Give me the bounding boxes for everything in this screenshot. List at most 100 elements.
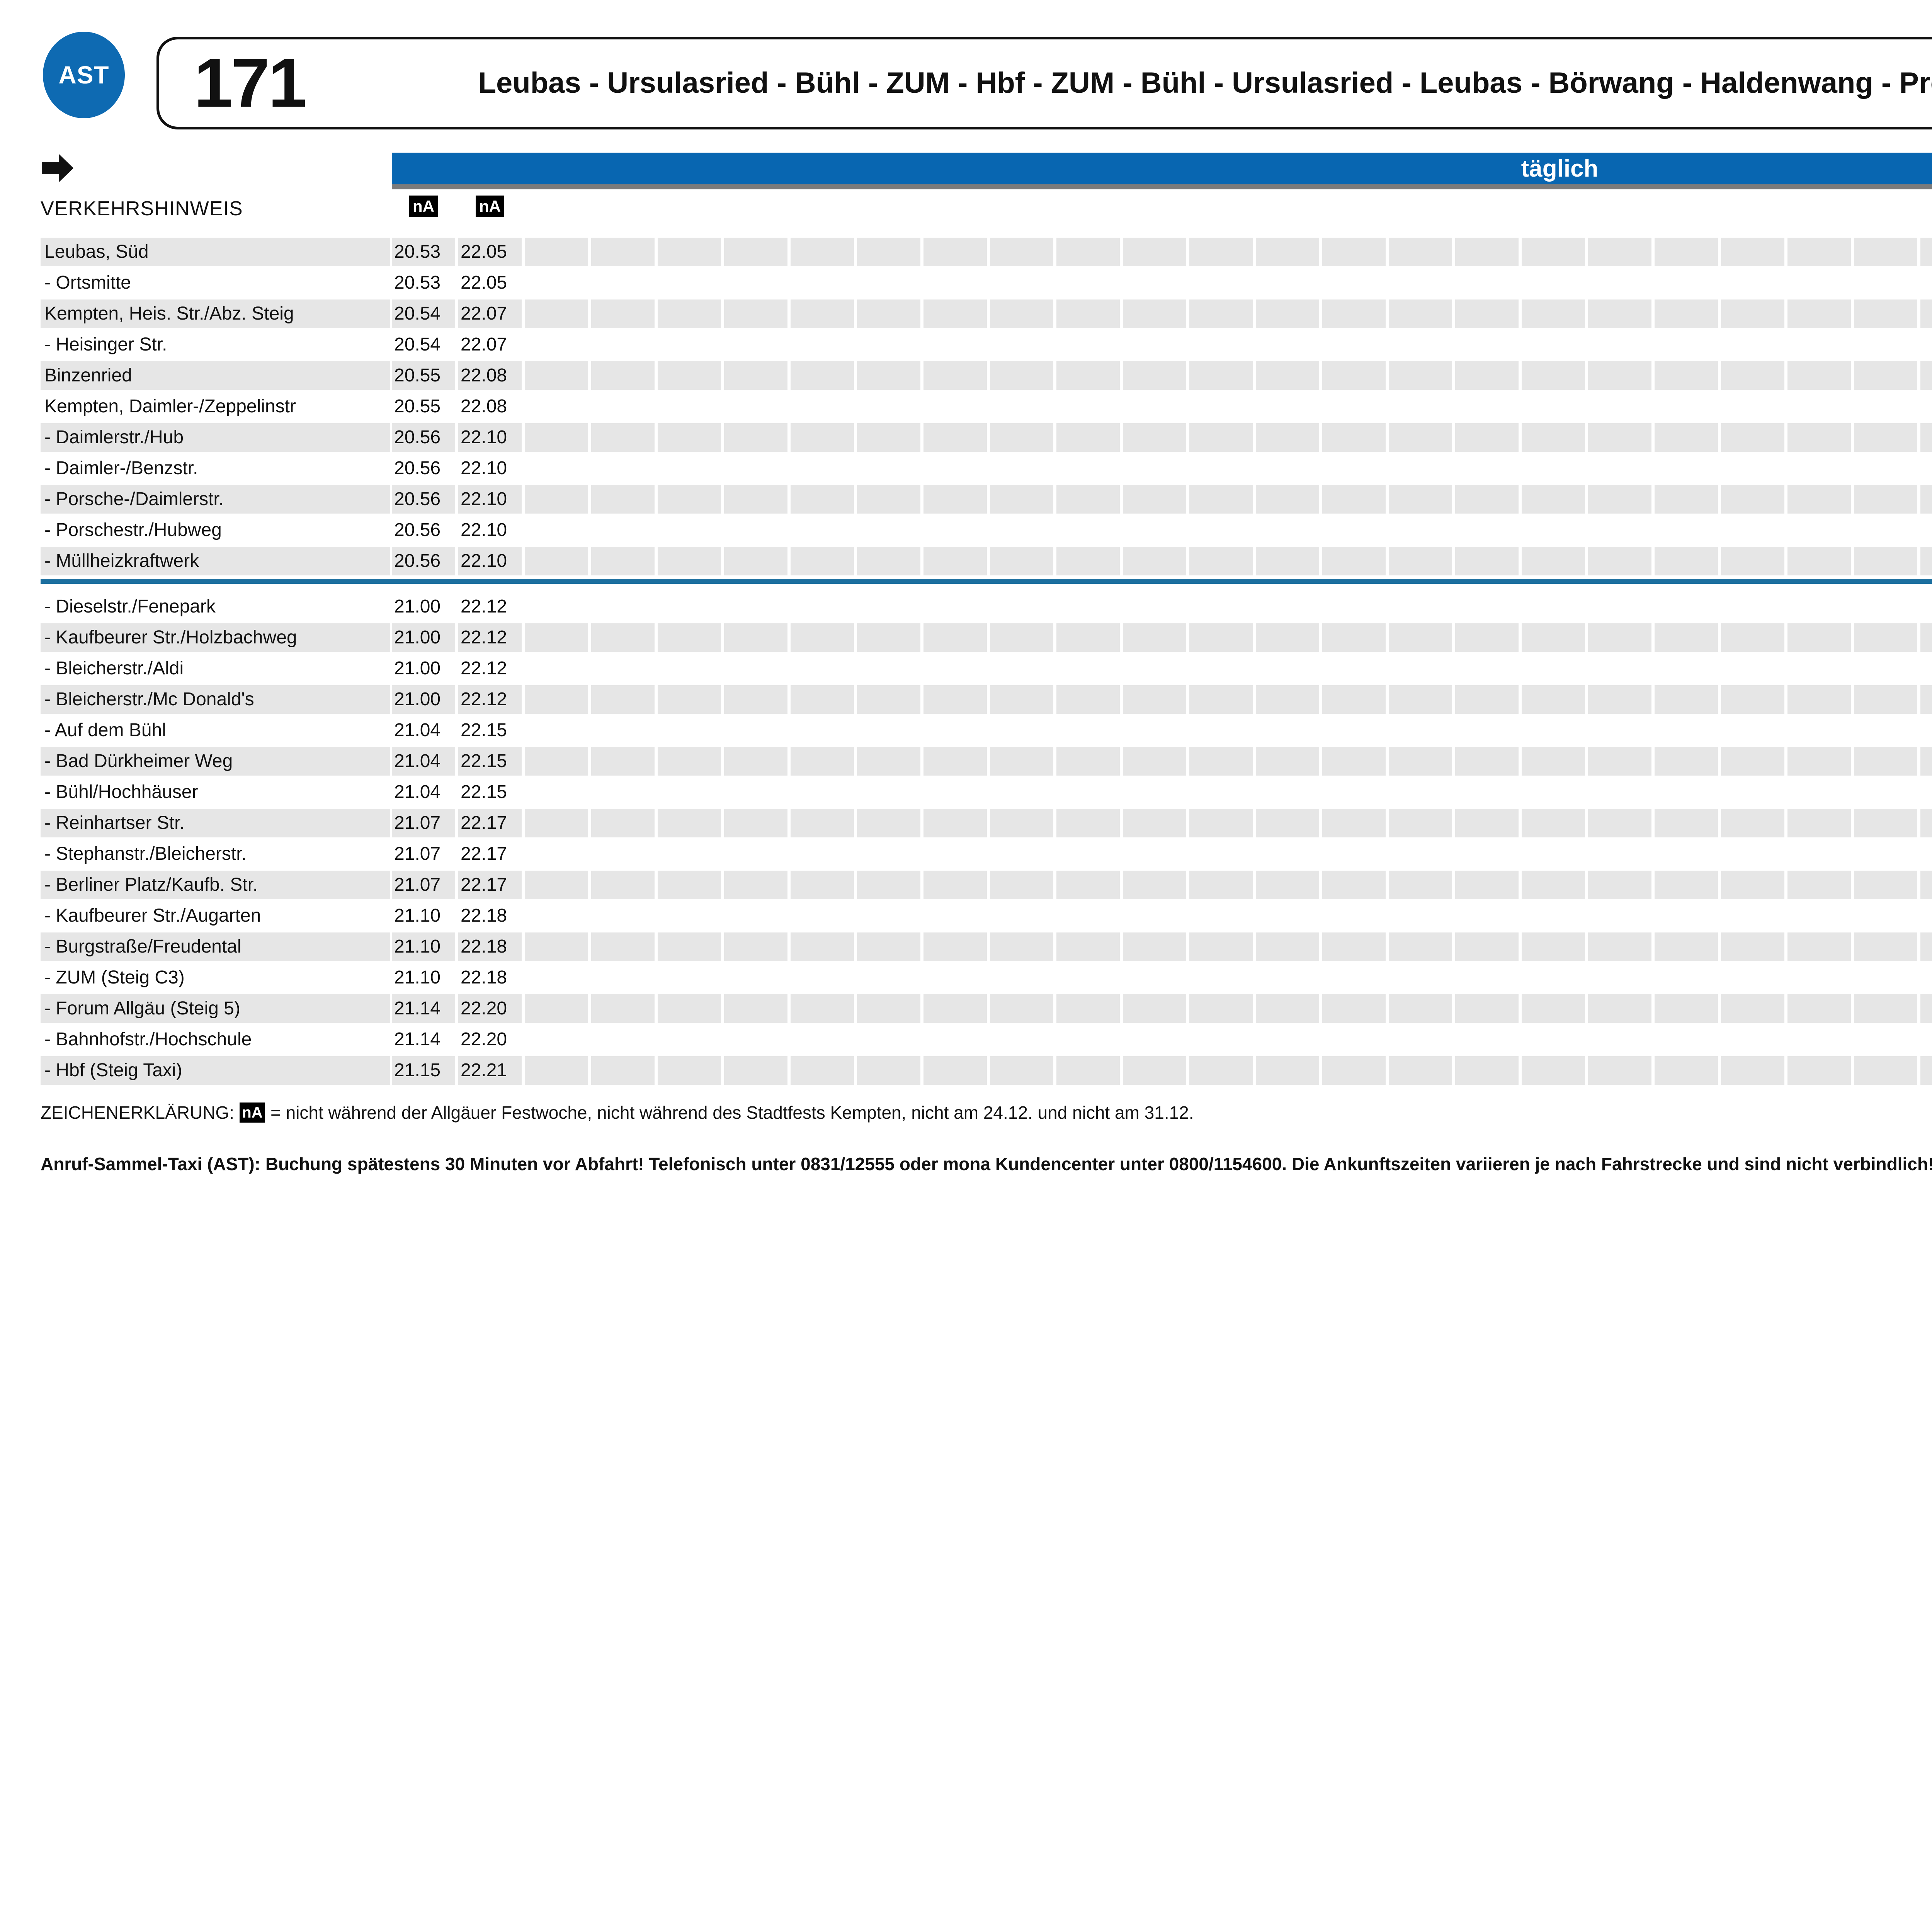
na-flag-badge: nA — [240, 1103, 265, 1123]
table-row: - Dieselstr./Fenepark 21.00 22.12 — [41, 592, 1932, 621]
departure-time: 21.10 — [394, 902, 456, 930]
departure-time: 22.08 — [461, 361, 522, 390]
departure-time: 21.07 — [394, 809, 456, 837]
departure-time: 22.12 — [461, 654, 522, 683]
table-row: Binzenried 20.55 22.08 — [41, 361, 1932, 390]
table-row: - Hbf (Steig Taxi) 21.15 22.21 — [41, 1056, 1932, 1085]
departure-time: 21.04 — [394, 747, 456, 776]
departure-time: 22.12 — [461, 685, 522, 714]
route-header-box: 171 Leubas - Ursulasried - Bühl - ZUM - … — [156, 37, 1932, 129]
table-row: - Porschestr./Hubweg 20.56 22.10 — [41, 516, 1932, 544]
table-row: - ZUM (Steig C3) 21.10 22.18 — [41, 963, 1932, 992]
table-row: - Bleicherstr./Aldi 21.00 22.12 — [41, 654, 1932, 683]
departure-time: 20.56 — [394, 485, 456, 514]
service-days-label: täglich — [1521, 155, 1599, 182]
departure-time: 21.07 — [394, 840, 456, 868]
stop-name: - ZUM (Steig C3) — [44, 963, 388, 992]
table-row: - Kaufbeurer Str./Holzbachweg 21.00 22.1… — [41, 623, 1932, 652]
table-row: - Müllheizkraftwerk 20.56 22.10 — [41, 547, 1932, 575]
ast-badge-label: AST — [59, 61, 109, 89]
legend-title: ZEICHENERKLÄRUNG: — [41, 1102, 234, 1123]
departure-time: 22.12 — [461, 592, 522, 621]
stop-name: - Bleicherstr./Aldi — [44, 654, 388, 683]
departure-time: 22.20 — [461, 1025, 522, 1054]
table-row: Kempten, Daimler-/Zeppelinstr 20.55 22.0… — [41, 392, 1932, 421]
departure-time: 21.00 — [394, 685, 456, 714]
departure-time: 22.10 — [461, 485, 522, 514]
route-title: Leubas - Ursulasried - Bühl - ZUM - Hbf … — [350, 39, 1932, 127]
departure-time: 22.15 — [461, 778, 522, 806]
departure-time: 22.10 — [461, 516, 522, 544]
stop-name: - Daimler-/Benzstr. — [44, 454, 388, 483]
legend: ZEICHENERKLÄRUNG: nA = nicht während der… — [41, 1102, 1194, 1123]
stop-name: - Daimlerstr./Hub — [44, 423, 388, 452]
table-row: - Ortsmitte 20.53 22.05 — [41, 269, 1932, 297]
table-row: - Reinhartser Str. 21.07 22.17 — [41, 809, 1932, 837]
stop-name: - Hbf (Steig Taxi) — [44, 1056, 388, 1085]
table-row: - Bad Dürkheimer Weg 21.04 22.15 — [41, 747, 1932, 776]
departure-time: 20.56 — [394, 547, 456, 575]
direction-arrow-icon — [42, 154, 73, 182]
table-row: - Daimlerstr./Hub 20.56 22.10 — [41, 423, 1932, 452]
stop-name: Binzenried — [44, 361, 388, 390]
section-separator-line — [41, 579, 1932, 584]
stop-name: - Kaufbeurer Str./Holzbachweg — [44, 623, 388, 652]
departure-time: 21.04 — [394, 778, 456, 806]
stop-name: - Dieselstr./Fenepark — [44, 592, 388, 621]
route-number: 171 — [194, 39, 305, 127]
stop-name: - Bahnhofstr./Hochschule — [44, 1025, 388, 1054]
departure-time: 22.15 — [461, 747, 522, 776]
departure-time: 22.18 — [461, 902, 522, 930]
stop-name: - Heisinger Str. — [44, 330, 388, 359]
timetable-page: AST 171 Leubas - Ursulasried - Bühl - ZU… — [0, 0, 1932, 1926]
stop-name: - Porsche-/Daimlerstr. — [44, 485, 388, 514]
table-row: - Bühl/Hochhäuser 21.04 22.15 — [41, 778, 1932, 806]
ast-booking-note: Anruf-Sammel-Taxi (AST): Buchung spätest… — [41, 1154, 1932, 1174]
departure-time: 20.55 — [394, 361, 456, 390]
departure-time: 20.56 — [394, 454, 456, 483]
ast-service-badge: AST — [43, 32, 125, 118]
departure-time: 22.17 — [461, 840, 522, 868]
stop-name: - Reinhartser Str. — [44, 809, 388, 837]
table-row: - Porsche-/Daimlerstr. 20.56 22.10 — [41, 485, 1932, 514]
departure-time: 22.05 — [461, 238, 522, 266]
departure-time: 20.56 — [394, 423, 456, 452]
departure-time: 20.54 — [394, 299, 456, 328]
departure-time: 22.10 — [461, 547, 522, 575]
departure-time: 22.07 — [461, 299, 522, 328]
stop-name: - Müllheizkraftwerk — [44, 547, 388, 575]
stop-name: Kempten, Daimler-/Zeppelinstr — [44, 392, 388, 421]
table-row: - Forum Allgäu (Steig 5) 21.14 22.20 — [41, 994, 1932, 1023]
column-flag-badge: nA — [476, 196, 504, 217]
departure-time: 22.21 — [461, 1056, 522, 1085]
departure-time: 22.15 — [461, 716, 522, 745]
departure-time: 22.10 — [461, 454, 522, 483]
departure-time: 21.00 — [394, 654, 456, 683]
departure-time: 21.00 — [394, 623, 456, 652]
departure-time: 22.10 — [461, 423, 522, 452]
departure-time: 22.17 — [461, 809, 522, 837]
table-row: - Berliner Platz/Kaufb. Str. 21.07 22.17 — [41, 871, 1932, 899]
stop-name: Kempten, Heis. Str./Abz. Steig — [44, 299, 388, 328]
departure-time: 22.07 — [461, 330, 522, 359]
column-flag-badge: nA — [409, 196, 438, 217]
departure-time: 22.18 — [461, 963, 522, 992]
stop-name: - Ortsmitte — [44, 269, 388, 297]
departure-time: 20.53 — [394, 238, 456, 266]
departure-time: 21.04 — [394, 716, 456, 745]
departure-time: 22.17 — [461, 871, 522, 899]
table-row: - Daimler-/Benzstr. 20.56 22.10 — [41, 454, 1932, 483]
table-row: - Burgstraße/Freudental 21.10 22.18 — [41, 932, 1932, 961]
stop-name: - Kaufbeurer Str./Augarten — [44, 902, 388, 930]
stop-name: - Porschestr./Hubweg — [44, 516, 388, 544]
departure-time: 21.10 — [394, 932, 456, 961]
stop-name: Leubas, Süd — [44, 238, 388, 266]
departure-time: 21.15 — [394, 1056, 456, 1085]
table-row: - Auf dem Bühl 21.04 22.15 — [41, 716, 1932, 745]
table-row: - Kaufbeurer Str./Augarten 21.10 22.18 — [41, 902, 1932, 930]
table-row: - Bahnhofstr./Hochschule 21.14 22.20 — [41, 1025, 1932, 1054]
departure-time: 22.08 — [461, 392, 522, 421]
departure-time: 21.10 — [394, 963, 456, 992]
service-days-bar: täglich — [392, 153, 1932, 184]
stop-name: - Stephanstr./Bleicherstr. — [44, 840, 388, 868]
